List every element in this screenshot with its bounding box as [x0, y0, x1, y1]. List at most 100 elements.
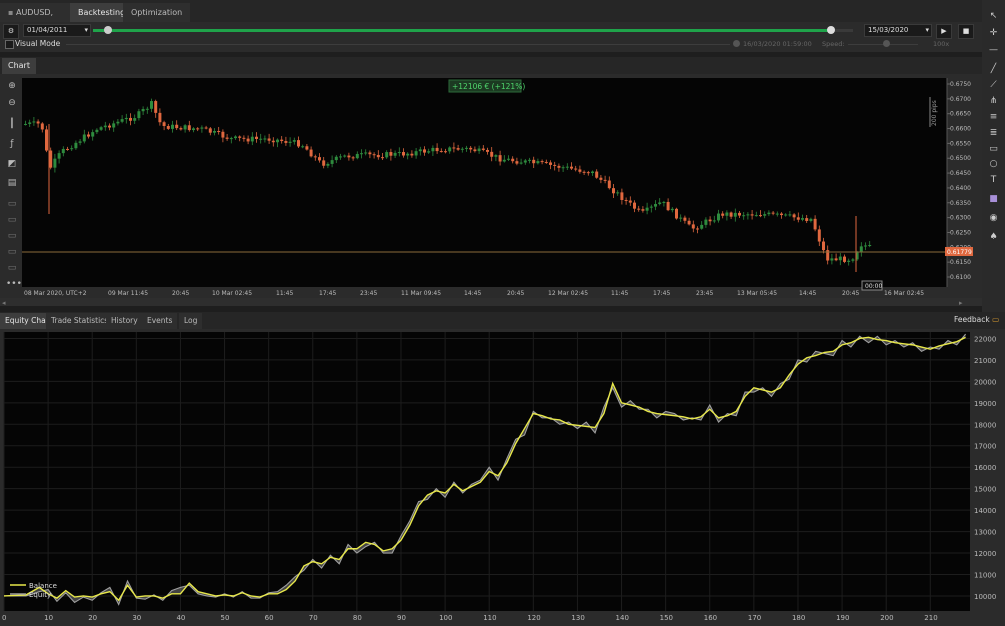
- candle: [620, 192, 624, 200]
- candle: [297, 140, 300, 147]
- tab-symbol[interactable]: ▪ AUDUSD, m45: [0, 3, 70, 36]
- candle: [696, 228, 699, 230]
- candle: [145, 108, 149, 110]
- tab-trade-statistics[interactable]: Trade Statistics: [46, 313, 114, 329]
- candle: [683, 217, 687, 221]
- scroll-left-icon[interactable]: ◂: [2, 299, 6, 306]
- candle: [234, 136, 237, 139]
- legend-balance-label: Balance: [29, 582, 57, 590]
- text-icon[interactable]: T: [987, 174, 1000, 187]
- candle: [603, 179, 607, 181]
- stop-button[interactable]: ■: [958, 24, 974, 39]
- timeframe-icon[interactable]: ▭: [6, 230, 18, 242]
- candle: [263, 138, 267, 140]
- cursor-icon[interactable]: ↖: [987, 10, 1000, 23]
- chart-scrollbar[interactable]: [0, 298, 982, 306]
- price-tick-label: 0.6450: [950, 170, 971, 177]
- progress-track[interactable]: [93, 29, 853, 32]
- layers-icon[interactable]: ▤: [6, 177, 18, 189]
- candle: [654, 204, 657, 207]
- candle: [326, 163, 330, 166]
- candle: [322, 160, 326, 166]
- tab-history[interactable]: History: [106, 313, 143, 329]
- equity-y-tick-label: 10000: [974, 593, 996, 601]
- candle: [565, 166, 569, 168]
- candle: [259, 138, 263, 140]
- candle: [746, 214, 750, 216]
- timeframe-icon[interactable]: ▭: [6, 198, 18, 210]
- candle: [784, 214, 788, 216]
- bottom-tab-bar: Equity Chart Trade Statistics History Ev…: [0, 312, 1005, 329]
- price-chart[interactable]: 0.6750 0.6700 0.6650 0.6600 0.6550 0.6500 0.64…: [0, 74, 982, 306]
- candle: [507, 158, 510, 160]
- candle: [729, 212, 733, 217]
- zoom-in-icon[interactable]: ⊕: [6, 80, 18, 92]
- candle: [838, 256, 842, 261]
- candle: [847, 260, 851, 262]
- camera-icon[interactable]: ◉: [987, 212, 1000, 225]
- candle: [687, 220, 691, 225]
- settings-button[interactable]: ⚙: [3, 24, 19, 39]
- candle: [570, 166, 573, 169]
- candle: [288, 141, 292, 143]
- candle: [229, 138, 233, 140]
- candle: [712, 220, 716, 222]
- feedback-button[interactable]: Feedback ▭: [950, 312, 1003, 328]
- candle: [108, 125, 111, 128]
- top-tab-bar: ▪ AUDUSD, m45 Backtesting Optimization: [0, 0, 982, 36]
- start-date-field[interactable]: 01/04/2011 ▾: [23, 24, 91, 37]
- rectangle-icon[interactable]: ▭: [987, 143, 1000, 156]
- tab-optimization[interactable]: Optimization: [123, 3, 191, 22]
- candle: [511, 158, 515, 162]
- pitchfork-icon[interactable]: ⋔: [987, 95, 1000, 108]
- tab-log[interactable]: Log: [179, 313, 203, 329]
- time-tick-label: 17:45: [319, 290, 336, 297]
- more-icon[interactable]: •••: [6, 278, 22, 290]
- progress-end-handle[interactable]: [826, 26, 835, 34]
- trend-line-icon[interactable]: ╱: [987, 63, 1000, 76]
- fibonacci-icon[interactable]: ≡: [987, 111, 1000, 124]
- tab-events[interactable]: Events: [142, 313, 178, 329]
- crosshair-icon[interactable]: ✛: [987, 27, 1000, 40]
- equity-y-tick-label: 21000: [974, 357, 996, 365]
- fib-fan-icon[interactable]: ≣: [987, 127, 1000, 140]
- time-tick-label: 13 Mar 05:45: [737, 290, 777, 297]
- equity-chart[interactable]: 10000 11000 12000 13000 14000 15000 16000 17000…: [0, 329, 1005, 626]
- alert-icon[interactable]: ♠: [987, 231, 1000, 244]
- timeframe-icon[interactable]: ▭: [6, 214, 18, 226]
- time-tick-label: 17:45: [653, 290, 670, 297]
- chart-plot-area: [22, 78, 947, 287]
- timeframe-icon[interactable]: ▭: [6, 246, 18, 258]
- candle: [700, 224, 704, 229]
- indicators-icon[interactable]: ƒ: [6, 138, 18, 150]
- zoom-out-icon[interactable]: ⊖: [6, 97, 18, 109]
- stop-icon: ■: [962, 27, 970, 35]
- candle: [586, 172, 590, 174]
- candle: [813, 218, 817, 230]
- color-icon[interactable]: ■: [987, 193, 1000, 206]
- candles-icon[interactable]: ┃: [6, 118, 18, 130]
- speed-handle[interactable]: [883, 40, 890, 47]
- visual-mode-checkbox[interactable]: [5, 40, 14, 49]
- equity-y-tick-label: 17000: [974, 443, 996, 451]
- ellipse-icon[interactable]: ○: [987, 158, 1000, 171]
- candle: [137, 111, 141, 119]
- progress-start-handle[interactable]: [104, 26, 112, 34]
- tab-chart[interactable]: Chart: [2, 58, 36, 74]
- candle: [112, 123, 116, 128]
- scroll-right-icon[interactable]: ▸: [959, 299, 963, 306]
- candle: [91, 132, 95, 137]
- equity-x-tick-label: 80: [353, 614, 362, 622]
- templates-icon[interactable]: ◩: [6, 158, 18, 170]
- time-handle[interactable]: [733, 40, 740, 47]
- timeframe-icon[interactable]: ▭: [6, 262, 18, 274]
- ray-icon[interactable]: ⟋: [987, 79, 1000, 92]
- candle: [74, 142, 78, 149]
- candle: [221, 131, 225, 138]
- play-button[interactable]: ▶: [936, 24, 952, 39]
- candle: [864, 245, 867, 247]
- horizontal-line-icon[interactable]: —: [987, 44, 1000, 57]
- candle: [150, 101, 153, 109]
- end-date-field[interactable]: 15/03/2020 ▾: [864, 24, 932, 37]
- candle: [557, 165, 561, 168]
